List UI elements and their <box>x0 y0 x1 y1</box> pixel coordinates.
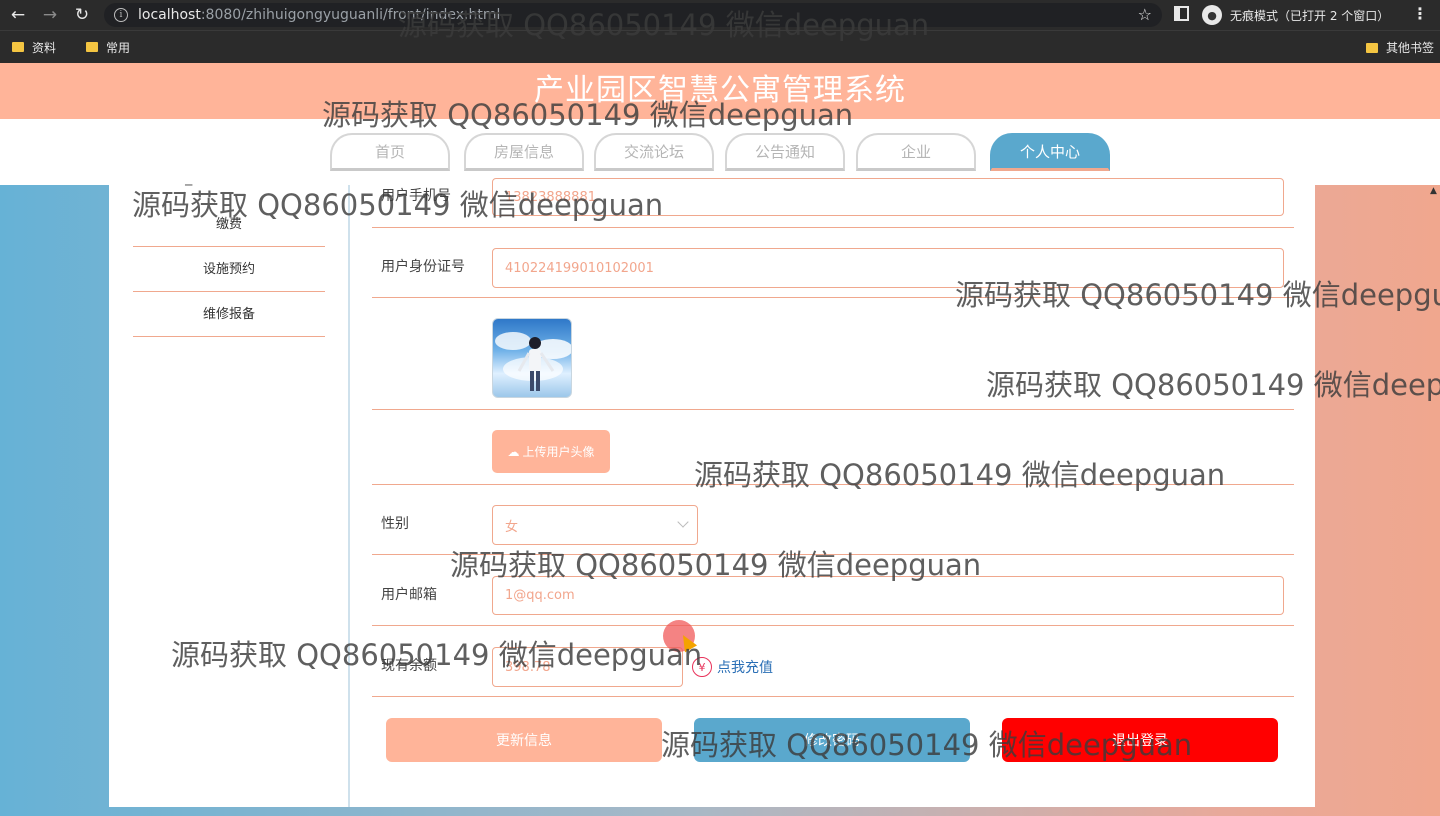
incognito-icon: ● <box>1202 5 1222 25</box>
email-input[interactable]: 1@qq.com <box>492 576 1284 615</box>
phone-input[interactable]: 13823888881 <box>492 178 1284 216</box>
other-bookmarks-label: 其他书签 <box>1385 41 1434 55</box>
url-host: localhost <box>138 7 201 23</box>
nav-tab-notices[interactable]: 公告通知 <box>725 133 845 171</box>
folder-icon <box>86 42 99 52</box>
recharge-link[interactable]: ¥ 点我充值 <box>692 657 773 677</box>
gender-select[interactable]: 女 <box>492 505 698 545</box>
user-avatar <box>492 318 572 398</box>
info-icon[interactable]: i <box>114 8 128 22</box>
recharge-label: 点我充值 <box>717 660 773 676</box>
sidebar-item-payment[interactable]: 缴费 <box>133 202 325 247</box>
side-panel-icon[interactable] <box>1174 6 1189 21</box>
nav-tab-forum[interactable]: 交流论坛 <box>594 133 714 171</box>
site-header: 产业园区智慧公寓管理系统 <box>0 63 1440 119</box>
sidebar-item-repair[interactable]: 维修报备 <box>133 292 325 337</box>
folder-icon <box>1365 42 1378 53</box>
cloud-upload-icon: ☁ <box>507 444 520 459</box>
upload-avatar-button[interactable]: ☁ 上传用户头像 <box>492 430 610 473</box>
incognito-indicator[interactable]: ● 无痕模式（已打开 2 个窗口） <box>1202 3 1389 27</box>
incognito-label: 无痕模式（已打开 2 个窗口） <box>1230 8 1390 23</box>
row-divider <box>372 484 1294 485</box>
sidebar-item-partial: ─ <box>185 178 193 192</box>
folder-icon <box>12 42 24 52</box>
upload-avatar-label: 上传用户头像 <box>522 445 595 459</box>
nav-tab-enterprise[interactable]: 企业 <box>856 133 976 171</box>
site-title: 产业园区智慧公寓管理系统 <box>534 73 906 108</box>
row-divider <box>372 409 1294 410</box>
forward-icon[interactable]: → <box>36 1 64 29</box>
scroll-up-icon[interactable]: ▲ <box>1430 186 1437 196</box>
gender-value: 女 <box>505 519 519 535</box>
browser-menu-icon[interactable]: ⋮ <box>1412 4 1428 23</box>
row-divider <box>372 554 1294 555</box>
reload-icon[interactable]: ↻ <box>68 1 96 29</box>
bookmarks-bar: 资料 常用 其他书签 <box>0 30 1440 63</box>
browser-toolbar: ← → ↻ i localhost:8080/zhihuigongyuguanl… <box>0 0 1440 30</box>
change-password-button[interactable]: 修改密码 <box>694 718 970 762</box>
sidebar-item-facility[interactable]: 设施预约 <box>133 247 325 292</box>
nav-tab-home[interactable]: 首页 <box>330 133 450 171</box>
url-path: :8080/zhihuigongyuguanli/front/index.htm… <box>200 7 501 23</box>
bookmark-label: 资料 <box>32 40 57 55</box>
nav-tab-profile[interactable]: 个人中心 <box>990 133 1110 171</box>
logout-button[interactable]: 退出登录 <box>1002 718 1278 762</box>
row-divider <box>372 625 1294 626</box>
update-info-button[interactable]: 更新信息 <box>386 718 662 762</box>
bookmark-label: 常用 <box>106 40 131 55</box>
sidebar-divider <box>348 185 350 807</box>
id-card-label: 用户身份证号 <box>381 259 465 275</box>
chevron-down-icon <box>677 516 689 528</box>
gender-label: 性别 <box>381 516 409 532</box>
email-label: 用户邮箱 <box>381 587 437 603</box>
bookmark-folder-ziliao[interactable]: 资料 <box>12 39 56 56</box>
row-divider <box>372 227 1294 228</box>
avatar-image <box>495 332 571 391</box>
phone-label: 用户手机号 <box>381 188 451 204</box>
bookmark-star-icon[interactable]: ☆ <box>1138 5 1152 24</box>
balance-input: 398.78 <box>492 647 683 687</box>
main-nav: 首页 房屋信息 交流论坛 公告通知 企业 个人中心 <box>0 119 1440 185</box>
id-card-input[interactable]: 410224199010102001 <box>492 248 1284 288</box>
nav-tab-houses[interactable]: 房屋信息 <box>464 133 584 171</box>
back-icon[interactable]: ← <box>4 1 32 29</box>
bookmark-folder-changyong[interactable]: 常用 <box>86 39 130 56</box>
other-bookmarks[interactable]: 其他书签 <box>1365 39 1434 56</box>
yen-icon: ¥ <box>692 657 712 677</box>
balance-label: 现有余额 <box>381 658 437 674</box>
row-divider <box>372 696 1294 697</box>
row-divider <box>372 297 1294 298</box>
address-bar[interactable]: i localhost:8080/zhihuigongyuguanli/fron… <box>104 3 1162 27</box>
